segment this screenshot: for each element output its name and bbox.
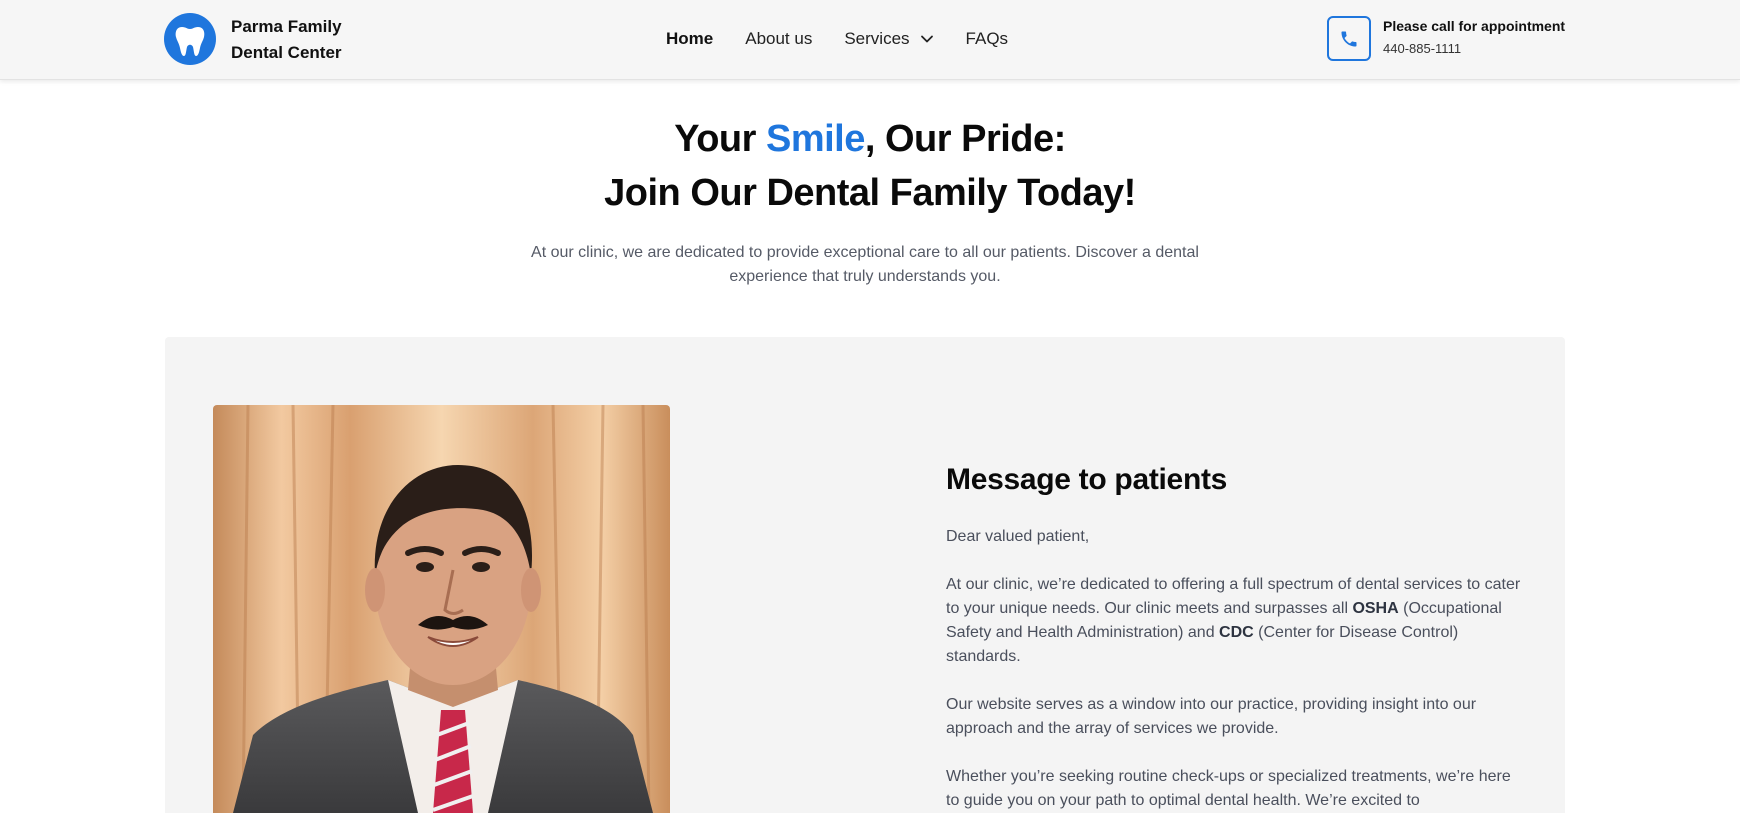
phone-button[interactable] <box>1327 16 1371 61</box>
message-title: Message to patients <box>946 463 1228 496</box>
brand-line-2: Dental Center <box>231 43 342 62</box>
phone-number[interactable]: 440-885-1111 <box>1383 41 1461 56</box>
nav-home[interactable]: Home <box>666 29 713 49</box>
appointment-label: Please call for appointment <box>1383 18 1566 34</box>
chevron-down-icon <box>920 35 933 43</box>
osha-highlight: OSHA <box>1352 600 1399 617</box>
doctor-portrait-image <box>213 405 670 813</box>
nav-services[interactable]: Services <box>844 29 933 49</box>
nav-services-label: Services <box>844 29 910 48</box>
hero-title-line-1: Your Smile, Our Pride: <box>0 118 1740 161</box>
nav-faqs[interactable]: FAQs <box>966 29 1009 49</box>
message-paragraph-1: At our clinic, we’re dedicated to offeri… <box>946 573 1526 669</box>
hero-subtitle: At our clinic, we are dedicated to provi… <box>531 244 1199 285</box>
message-paragraph-2: Our website serves as a window into our … <box>946 696 1477 737</box>
message-paragraph-3: Whether you’re seeking routine check-ups… <box>946 768 1511 809</box>
hero-title-part-1: Your <box>674 118 766 160</box>
phone-icon <box>1341 31 1357 46</box>
doctor-photo <box>213 405 670 813</box>
message-greeting: Dear valued patient, <box>946 528 1090 545</box>
hero-title-line-2: Join Our Dental Family Today! <box>604 172 1136 214</box>
brand-name[interactable]: Parma Family Dental Center <box>231 14 391 66</box>
nav-about-us[interactable]: About us <box>745 29 812 49</box>
site-header: Parma Family Dental Center Home About us… <box>0 0 1740 80</box>
brand-line-1: Parma Family <box>231 17 342 36</box>
tooth-logo-icon[interactable] <box>164 13 216 65</box>
main-nav: Home About us Services FAQs <box>666 27 1040 51</box>
hero-title-part-2: , Our Pride: <box>864 118 1066 160</box>
message-body: Dear valued patient, At our clinic, we’r… <box>946 525 1526 813</box>
cdc-highlight: CDC <box>1219 624 1254 641</box>
hero-title-accent: Smile <box>765 118 865 160</box>
